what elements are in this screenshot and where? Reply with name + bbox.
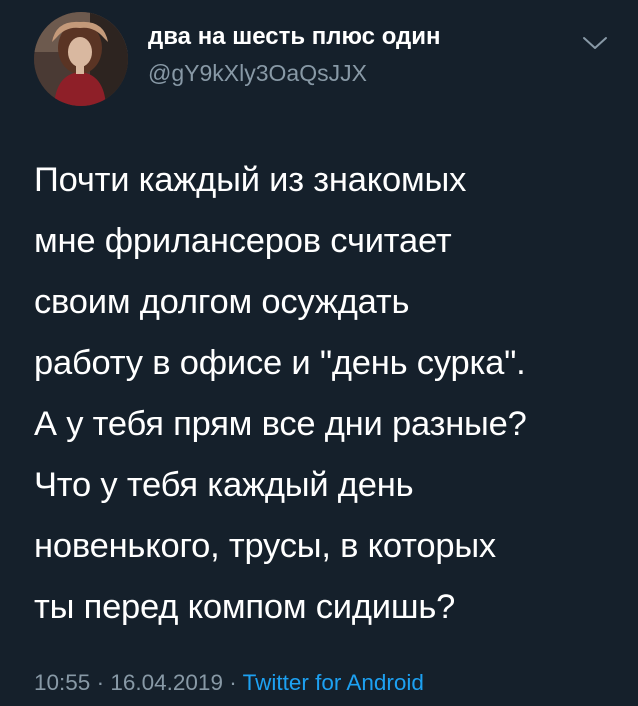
profile-photo-icon	[34, 12, 128, 106]
avatar[interactable]	[34, 12, 128, 106]
author-handle[interactable]: @gY9kXly3OaQsJJX	[148, 58, 367, 88]
tweet-source-link[interactable]: Twitter for Android	[243, 670, 424, 695]
tweet-menu-button[interactable]	[578, 28, 612, 58]
tweet-text: Почти каждый из знакомых мне фрилансеров…	[34, 161, 527, 626]
meta-separator: ·	[229, 670, 237, 695]
tweet-meta: 10:55 · 16.04.2019 · Twitter for Android	[34, 666, 424, 700]
tweet-date[interactable]: 16.04.2019	[110, 670, 223, 695]
author-display-name[interactable]: два на шесть плюс один	[148, 22, 441, 52]
tweet: два на шесть плюс один @gY9kXly3OaQsJJX …	[0, 0, 638, 706]
chevron-down-icon	[583, 37, 607, 49]
tweet-time[interactable]: 10:55	[34, 670, 90, 695]
meta-separator: ·	[96, 670, 105, 695]
